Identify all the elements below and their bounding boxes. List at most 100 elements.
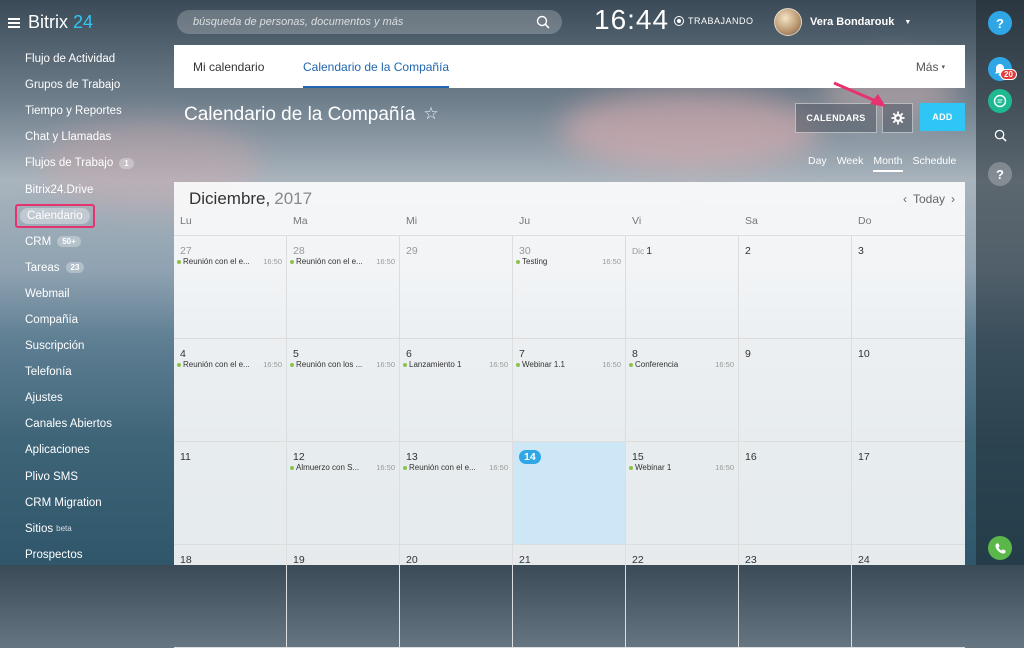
bell-icon[interactable]: 20 xyxy=(988,57,1017,81)
menu-icon[interactable] xyxy=(8,17,20,28)
more-menu[interactable]: Más ▾ xyxy=(916,45,945,88)
calendar-event[interactable]: Webinar 1.1 16:50 xyxy=(516,360,621,369)
sidebar-item[interactable]: Grupos de Trabajo xyxy=(0,72,160,98)
sidebar-item[interactable]: Chat y Llamadas xyxy=(0,124,160,150)
chat-icon[interactable] xyxy=(988,89,1012,113)
calendar-day[interactable]: 27 Reunión con el e... 16:50 xyxy=(174,236,287,338)
chevron-left-icon[interactable]: ‹ xyxy=(903,192,907,206)
calendar-day[interactable]: 23 xyxy=(739,545,852,647)
calendar-event[interactable]: Lanzamiento 1 16:50 xyxy=(403,360,508,369)
calendar-month: Diciembre, xyxy=(189,188,271,208)
day-number: 19 xyxy=(293,554,305,566)
calendar-event[interactable]: Reunión con el e... 16:50 xyxy=(403,463,508,472)
sidebar-item[interactable]: Tiempo y Reportes xyxy=(0,98,160,124)
app-logo[interactable]: Bitrix 24 xyxy=(8,12,93,33)
sidebar-item[interactable]: Bitrix24.Drive xyxy=(0,176,160,202)
sidebar-item-label: Aplicaciones xyxy=(25,444,90,457)
calendar-event[interactable]: Reunión con el e... 16:50 xyxy=(177,257,282,266)
sidebar-item[interactable]: Prospectos xyxy=(0,542,160,568)
calendar-event[interactable]: Reunión con el e... 16:50 xyxy=(177,360,282,369)
calendar-day[interactable]: 18 xyxy=(174,545,287,647)
calendar-nav: ‹ Today › xyxy=(903,192,955,206)
sidebar-item[interactable]: Flujo de Actividad xyxy=(0,46,160,72)
sidebar-item[interactable]: Canales Abiertos xyxy=(0,411,160,437)
calendar-day[interactable]: 7 Webinar 1.1 16:50 xyxy=(513,339,626,441)
sidebar-item[interactable]: Plivo SMS xyxy=(0,464,160,490)
calendar-day[interactable]: 12 Almuerzo con S... 16:50 xyxy=(287,442,400,544)
calendar-day-today[interactable]: 14 xyxy=(513,442,626,544)
calendar-day[interactable]: 2 xyxy=(739,236,852,338)
sidebar-item[interactable]: CRM 50+ xyxy=(0,229,160,255)
calendar-day[interactable]: 9 xyxy=(739,339,852,441)
calendar-day[interactable]: 15 Webinar 1 16:50 xyxy=(626,442,739,544)
calendar-day[interactable]: Dic 1 xyxy=(626,236,739,338)
calendar-day[interactable]: 20 xyxy=(400,545,513,647)
calendar-day[interactable]: 13 Reunión con el e... 16:50 xyxy=(400,442,513,544)
calendar-event[interactable]: Webinar 1 16:50 xyxy=(629,463,734,472)
add-button[interactable]: ADD xyxy=(920,103,965,131)
sidebar-item[interactable]: Suscripción xyxy=(0,333,160,359)
question-icon[interactable]: ? xyxy=(988,162,1012,186)
sidebar-item[interactable]: Sitios beta xyxy=(0,516,160,542)
calendar-day[interactable]: 5 Reunión con los ... 16:50 xyxy=(287,339,400,441)
tab-company-calendar[interactable]: Calendario de la Compañía xyxy=(303,45,450,88)
sidebar-item[interactable]: Flujos de Trabajo 1 xyxy=(0,150,160,176)
user-menu[interactable]: Vera Bondarouk ▼ xyxy=(774,8,911,36)
sidebar-item[interactable]: CRM Migration xyxy=(0,490,160,516)
calendar-day[interactable]: 29 xyxy=(400,236,513,338)
event-dot-icon xyxy=(290,465,294,470)
chevron-down-icon[interactable]: ▼ xyxy=(904,19,911,26)
today-button[interactable]: Today xyxy=(913,192,945,206)
calendar-event[interactable]: Conferencia 16:50 xyxy=(629,360,734,369)
search-icon[interactable] xyxy=(988,123,1012,147)
calendar-event[interactable]: Reunión con el e... 16:50 xyxy=(290,257,395,266)
calendar-day[interactable]: 24 xyxy=(852,545,965,647)
view-tab[interactable]: Day xyxy=(808,155,827,172)
view-tab[interactable]: Month xyxy=(873,155,903,172)
event-time: 16:50 xyxy=(376,463,395,472)
calendar-day[interactable]: 28 Reunión con el e... 16:50 xyxy=(287,236,400,338)
calendar-day[interactable]: 17 xyxy=(852,442,965,544)
status-label: TRABAJANDO xyxy=(688,16,754,26)
calendar-day[interactable]: 3 xyxy=(852,236,965,338)
clock[interactable]: 16:44 xyxy=(594,4,669,36)
sidebar-item[interactable]: Ajustes xyxy=(0,385,160,411)
calendar-day[interactable]: 30 Testing 16:50 xyxy=(513,236,626,338)
calendar-event[interactable]: Reunión con los ... 16:50 xyxy=(290,360,395,369)
calendar-day[interactable]: 10 xyxy=(852,339,965,441)
calendar-day[interactable]: 22 xyxy=(626,545,739,647)
calendar-day[interactable]: 4 Reunión con el e... 16:50 xyxy=(174,339,287,441)
event-title: Testing xyxy=(522,257,548,266)
sidebar-item[interactable]: Tareas 23 xyxy=(0,255,160,281)
star-icon[interactable]: ☆ xyxy=(423,104,438,126)
work-status[interactable]: TRABAJANDO xyxy=(674,16,754,26)
view-tab[interactable]: Week xyxy=(837,155,864,172)
sidebar-item-label: Sitios xyxy=(25,522,54,535)
view-tab[interactable]: Schedule xyxy=(913,155,957,172)
chevron-right-icon[interactable]: › xyxy=(951,192,955,206)
search-icon[interactable] xyxy=(536,15,550,29)
sidebar-item[interactable]: Aplicaciones xyxy=(0,437,160,463)
tab-my-calendar[interactable]: Mi calendario xyxy=(193,45,264,88)
phone-icon[interactable] xyxy=(988,536,1012,560)
calendar-day[interactable]: 8 Conferencia 16:50 xyxy=(626,339,739,441)
sidebar-item[interactable]: Compañía xyxy=(0,307,160,333)
avatar[interactable] xyxy=(774,8,802,36)
search-input[interactable]: búsqueda de personas, documentos y más xyxy=(177,10,562,34)
help-icon[interactable]: ? xyxy=(988,11,1012,35)
sidebar-item[interactable]: Telefonía xyxy=(0,359,160,385)
calendar-day[interactable]: 11 xyxy=(174,442,287,544)
calendar-day[interactable]: 19 xyxy=(287,545,400,647)
calendar-day[interactable]: 16 xyxy=(739,442,852,544)
day-number: 30 xyxy=(519,245,531,257)
calendar-day[interactable]: 21 xyxy=(513,545,626,647)
view-switcher: Day Week Month Schedule xyxy=(798,155,956,172)
event-title: Reunión con el e... xyxy=(183,257,250,266)
calendar-day[interactable]: 6 Lanzamiento 1 16:50 xyxy=(400,339,513,441)
sidebar-item[interactable]: Webmail xyxy=(0,281,160,307)
calendar-event[interactable]: Testing 16:50 xyxy=(516,257,621,266)
sidebar-item[interactable]: Calendario xyxy=(0,203,160,229)
calendar-event[interactable]: Almuerzo con S... 16:50 xyxy=(290,463,395,472)
user-name[interactable]: Vera Bondarouk xyxy=(810,16,894,28)
weekday-label: Do xyxy=(858,215,872,227)
